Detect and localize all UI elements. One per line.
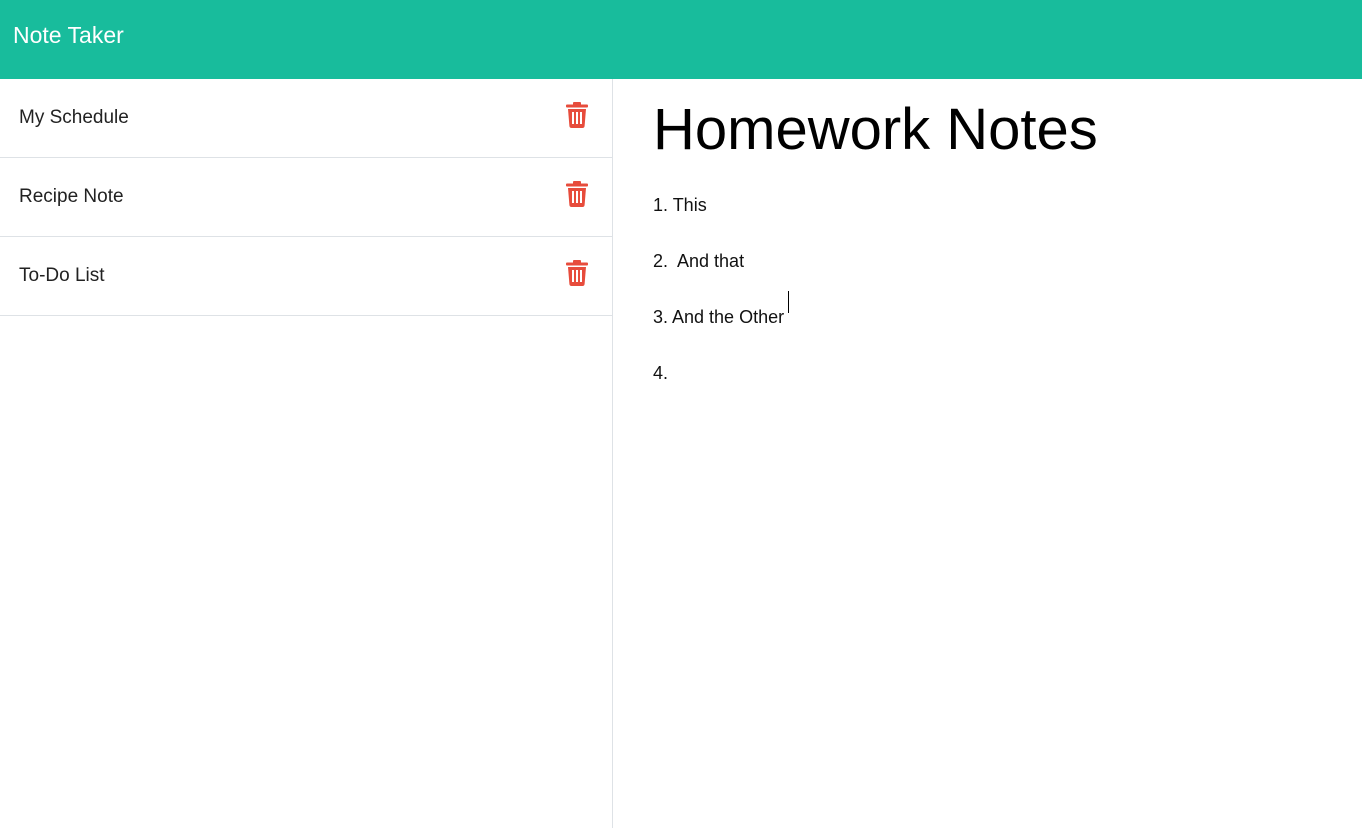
note-item-title[interactable]: To-Do List [19, 264, 105, 288]
note-list-item[interactable]: My Schedule [0, 79, 612, 158]
note-body-textarea[interactable]: 1. This 2. And that 3. And the Other 4. [653, 177, 1333, 797]
text-cursor [788, 291, 789, 313]
note-editor: 1. This 2. And that 3. And the Other 4. [613, 79, 1362, 828]
trash-icon[interactable] [566, 181, 588, 207]
trash-icon[interactable] [566, 260, 588, 286]
trash-icon[interactable] [566, 102, 588, 128]
note-list-panel: My Schedule Recipe Note To-Do List [0, 79, 613, 828]
note-item-title[interactable]: Recipe Note [19, 185, 124, 209]
navbar: Note Taker [0, 0, 1362, 79]
app-brand[interactable]: Note Taker [13, 20, 124, 50]
note-list-item[interactable]: To-Do List [0, 237, 612, 316]
note-title-input[interactable] [653, 95, 1333, 165]
note-list: My Schedule Recipe Note To-Do List [0, 79, 612, 316]
note-list-item[interactable]: Recipe Note [0, 158, 612, 237]
note-item-title[interactable]: My Schedule [19, 106, 129, 130]
